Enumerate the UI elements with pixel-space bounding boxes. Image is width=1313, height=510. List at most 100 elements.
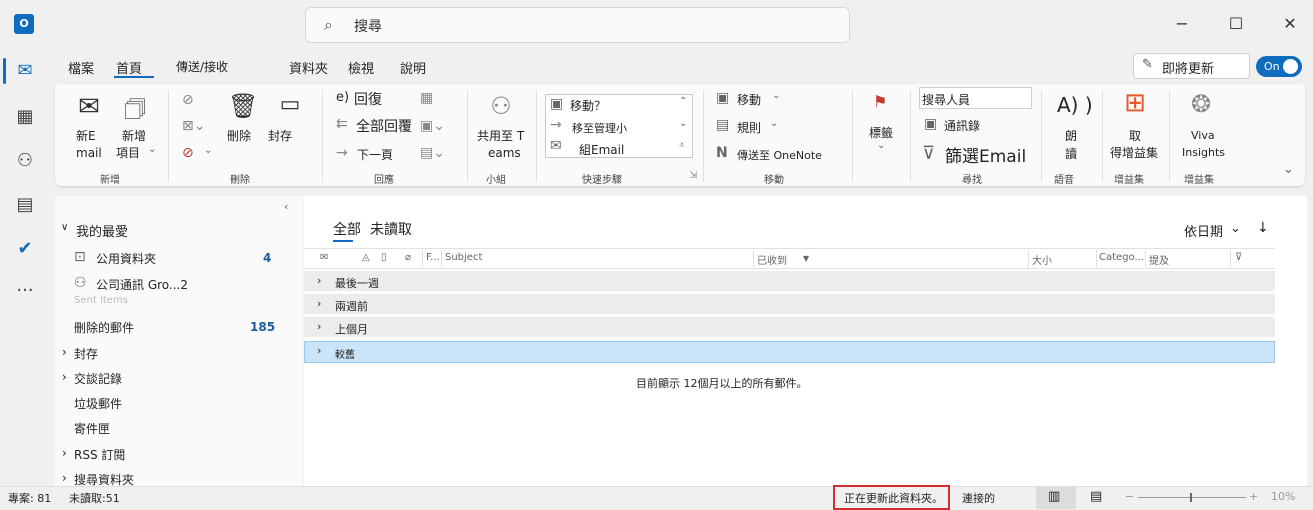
search-people-input[interactable]: 搜尋人員 [922,91,970,108]
search-input[interactable]: 搜尋 [354,16,382,36]
icon-column-icon[interactable]: ▯ [381,252,387,263]
new-items-label-1[interactable]: 新增 [122,127,146,144]
sort-direction-icon[interactable]: ↓ [1257,220,1269,236]
sort-by-date-button[interactable]: 依日期 [1184,221,1223,240]
folder-item-deleted[interactable]: 刪除的郵件 [74,319,134,336]
folder-item-conversation-history[interactable]: 交談記錄 [74,370,122,387]
zoom-slider-thumb[interactable] [1190,493,1192,502]
scroll-down-icon[interactable]: ⌄ [679,118,687,129]
group-header-last-week[interactable]: › 最後一週 [304,271,1275,292]
read-aloud-label-1[interactable]: 朗 [1065,127,1077,144]
chevron-right-icon[interactable]: › [317,274,321,287]
reading-view-icon[interactable]: ▤ [1090,489,1102,504]
chevron-right-icon[interactable]: › [62,471,67,485]
meeting-icon[interactable]: ▦ [420,90,433,106]
get-addins-label-2[interactable]: 得增益集 [1110,144,1158,161]
chevron-down-icon[interactable]: ⌄ [1230,221,1241,236]
tasks-icon[interactable]: ▤ [12,192,38,218]
tab-view[interactable]: 檢視 [348,58,374,77]
read-aloud-label-2[interactable]: 讀 [1065,145,1077,162]
maximize-button[interactable]: ☐ [1224,12,1248,36]
share-teams-label-2[interactable]: eams [488,146,521,160]
group-header-last-month[interactable]: › 上個月 [304,317,1275,338]
new-items-label-2[interactable]: 項目 [116,144,140,161]
zoom-out-icon[interactable]: − [1125,490,1134,503]
column-subject[interactable]: Subject [445,252,482,263]
normal-view-icon[interactable]: ▥ [1048,489,1060,504]
group-header-two-weeks[interactable]: › 兩週前 [304,294,1275,315]
tags-button[interactable]: 標籤 [869,124,893,141]
block-icon[interactable]: ⊘ [182,145,194,161]
im-icon[interactable]: ▣⌄ [420,118,445,134]
filter-unread-tab[interactable]: 未讀取 [370,219,412,239]
tab-file[interactable]: 檔案 [68,58,94,77]
folder-item-junk[interactable]: 垃圾郵件 [74,395,122,412]
address-book-button[interactable]: 通訊錄 [944,117,980,134]
chevron-down-icon[interactable]: ⌄ [877,140,885,151]
expand-gallery-icon[interactable]: ⩡ [679,140,685,151]
todo-icon[interactable]: ✔ [12,236,38,262]
tab-folder[interactable]: 資料夾 [289,58,328,77]
collapse-pane-icon[interactable]: ‹ [284,200,288,213]
column-categories[interactable]: Catego... [1099,252,1144,263]
calendar-icon[interactable]: ▦ [12,104,38,130]
column-size[interactable]: 大小 [1032,252,1052,267]
group-header-older[interactable]: › 較舊 [304,341,1275,363]
chevron-down-icon[interactable]: ⌄ [770,118,778,129]
chevron-right-icon[interactable]: › [317,297,321,310]
filter-all-tab[interactable]: 全部 [333,219,361,239]
close-button[interactable]: ✕ [1278,12,1302,36]
filter-column-icon[interactable]: ⊽ [1235,252,1242,263]
new-email-label-1[interactable]: 新E [76,127,96,144]
folder-item-company-group[interactable]: 公司通訊 Gro...2 [96,276,188,293]
people-icon[interactable]: ⚇ [12,148,38,174]
column-mention[interactable]: 提及 [1149,252,1169,267]
chevron-right-icon[interactable]: › [317,344,321,357]
get-addins-label-1[interactable]: 取 [1129,127,1141,144]
zoom-in-icon[interactable]: + [1249,490,1258,503]
rules-button[interactable]: 規則 [737,119,761,136]
folder-item-public[interactable]: 公用資料夾 [96,250,156,267]
favorites-header[interactable]: 我的最愛 [76,221,128,240]
ribbon-collapse-icon[interactable]: ⌄ [1283,162,1294,177]
reply-button[interactable]: 回復 [354,89,382,109]
chevron-right-icon[interactable]: › [62,446,67,460]
viva-label-2[interactable]: Insights [1182,146,1225,159]
search-box[interactable]: ⌕ 搜尋 [305,7,850,43]
chevron-down-icon[interactable]: ∨ [61,222,68,233]
mail-icon[interactable]: ✉ [12,58,38,84]
scroll-up-icon[interactable]: ⌃ [679,96,687,107]
search-people-field[interactable]: 搜尋人員 [919,87,1032,109]
chevron-right-icon[interactable]: › [317,320,321,333]
folder-item-outbox[interactable]: 寄件匣 [74,420,110,437]
archive-button[interactable]: 封存 [268,127,292,144]
chevron-down-icon[interactable]: ⌄ [204,145,212,156]
attachment-icon[interactable]: ⌀ [405,252,411,263]
reply-all-button[interactable]: 全部回覆 [356,116,412,136]
more-apps-icon[interactable]: ··· [12,278,38,304]
column-received[interactable]: 已收到 [757,252,787,267]
chevron-down-icon[interactable]: ⌄ [148,144,156,155]
dialog-launcher-icon[interactable]: ⇲ [689,170,697,181]
reminder-icon[interactable]: ◬ [362,252,370,263]
more-respond-icon[interactable]: ▤⌄ [420,145,445,161]
filter-email-button[interactable]: 篩選Email [945,142,1026,167]
ignore-icon[interactable]: ⊘ [182,92,194,108]
forward-button[interactable]: 下一頁 [357,146,393,163]
cleanup-icon[interactable]: ⊠⌄ [182,118,205,134]
minimize-button[interactable]: − [1170,12,1194,36]
folder-item-archive[interactable]: 封存 [74,345,98,362]
chevron-right-icon[interactable]: › [62,345,67,359]
importance-icon[interactable]: ✉ [320,252,328,263]
tab-help[interactable]: 說明 [400,58,426,77]
send-to-onenote-button[interactable]: 傳送至 OneNote [737,147,822,163]
share-teams-label-1[interactable]: 共用至 T [477,127,524,144]
quickstep-team-email[interactable]: 組Email [579,141,624,158]
quickstep-move[interactable]: 移動？ [570,97,606,114]
folder-item-rss[interactable]: RSS 訂閱 [74,446,125,463]
viva-label-1[interactable]: Viva [1191,129,1215,142]
tab-home[interactable]: 首頁 [116,58,142,77]
column-from[interactable]: F... [426,252,440,263]
zoom-slider-track[interactable] [1138,497,1246,498]
coming-soon-box[interactable]: ✎ 即將更新 [1133,53,1250,79]
